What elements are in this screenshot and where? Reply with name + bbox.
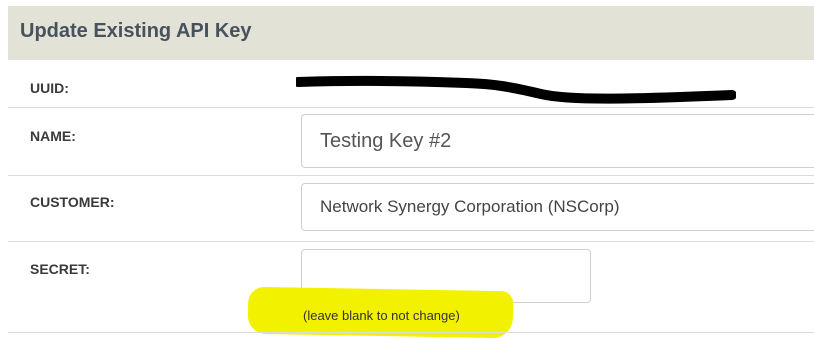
name-label: NAME:: [30, 128, 76, 144]
customer-label: CUSTOMER:: [30, 194, 115, 210]
customer-select[interactable]: Network Synergy Corporation (NSCorp): [301, 183, 814, 231]
secret-help-text: (leave blank to not change): [303, 308, 460, 323]
secret-label: SECRET:: [30, 261, 90, 277]
update-api-key-form: Update Existing API Key UUID: NAME: CUST…: [8, 6, 814, 338]
uuid-label: UUID:: [30, 80, 69, 96]
form-title: Update Existing API Key: [20, 20, 252, 42]
form-header: Update Existing API Key: [8, 6, 814, 60]
row-divider: [8, 175, 814, 176]
row-divider: [8, 107, 814, 108]
row-divider: [8, 332, 814, 333]
name-input[interactable]: [301, 114, 814, 168]
redaction-mark: [296, 75, 736, 104]
row-divider: [8, 241, 814, 242]
